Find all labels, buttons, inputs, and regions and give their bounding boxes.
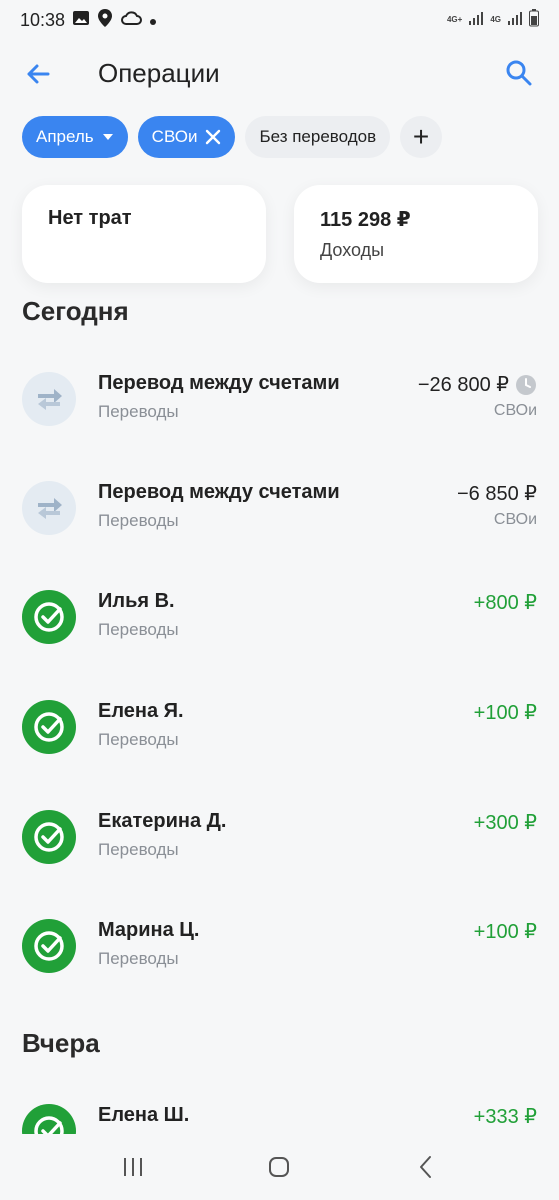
operation-name: Перевод между счетами	[98, 481, 340, 503]
operation-amount: +800 ₽	[473, 592, 537, 614]
operation-row[interactable]: Марина Ц. Переводы +100 ₽	[0, 919, 559, 1029]
operation-row[interactable]: Перевод между счетами Переводы −26 800 ₽…	[0, 372, 559, 482]
cloud-icon	[120, 10, 143, 31]
account-filter-chip[interactable]: СВОи	[137, 116, 236, 158]
operation-name: Перевод между счетами	[98, 372, 340, 394]
operation-category: Переводы	[98, 620, 179, 639]
section-title-yesterday: Вчера	[22, 1028, 100, 1058]
operation-name: Марина Ц.	[98, 919, 200, 941]
sber-logo-icon	[22, 919, 76, 973]
back-nav-button[interactable]	[406, 1147, 446, 1187]
operation-row[interactable]: Елена Я. Переводы +100 ₽	[0, 700, 559, 810]
system-nav-bar	[0, 1134, 559, 1200]
expenses-amount: Нет трат	[48, 207, 132, 229]
chevron-left-icon	[419, 1156, 431, 1178]
operation-row[interactable]: Елена Ш. +333 ₽	[0, 1104, 559, 1134]
section-title-today: Сегодня	[22, 296, 129, 326]
status-bar: 10:38 4G+ 4G	[0, 0, 559, 40]
operation-amount: +100 ₽	[473, 702, 537, 724]
operation-account: СВОи	[493, 511, 537, 528]
operation-name: Илья В.	[98, 590, 175, 612]
network-type-2: 4G	[490, 15, 501, 24]
sber-logo-icon	[22, 810, 76, 864]
add-filter-button[interactable]: +	[400, 116, 443, 158]
status-time: 10:38	[20, 9, 66, 30]
no-transfers-label: Без переводов	[259, 127, 377, 146]
operation-name: Елена Ш.	[98, 1104, 190, 1126]
top-bar: Операции	[0, 46, 559, 102]
gallery-icon	[72, 9, 90, 32]
no-transfers-chip[interactable]: Без переводов	[245, 116, 391, 158]
operation-category: Переводы	[98, 840, 179, 859]
battery-icon	[529, 8, 539, 32]
income-label: Доходы	[320, 240, 385, 260]
operation-category: Переводы	[98, 949, 179, 968]
transfer-arrows-icon	[22, 372, 76, 426]
signal-icon	[507, 10, 523, 31]
operation-amount: +100 ₽	[473, 921, 537, 943]
operation-amount: +300 ₽	[473, 812, 537, 834]
arrow-left-icon	[27, 64, 50, 84]
location-icon	[97, 8, 113, 33]
search-icon	[506, 60, 532, 86]
operation-account: СВОи	[493, 402, 537, 419]
operation-name: Екатерина Д.	[98, 810, 227, 832]
sber-logo-icon	[22, 590, 76, 644]
operation-amount: −26 800 ₽	[418, 372, 537, 397]
page-title: Операции	[98, 58, 220, 88]
income-card[interactable]: 115 298 ₽ Доходы	[294, 185, 538, 283]
search-button[interactable]	[503, 57, 535, 89]
operation-name: Елена Я.	[98, 700, 184, 722]
month-filter-label: Апрель	[36, 127, 94, 146]
month-filter-chip[interactable]: Апрель	[22, 116, 128, 158]
network-type-1: 4G+	[446, 15, 463, 24]
operation-category: Переводы	[98, 730, 179, 749]
operation-amount: −6 850 ₽	[456, 483, 537, 505]
caret-down-icon	[102, 134, 113, 140]
operation-row[interactable]: Перевод между счетами Переводы −6 850 ₽ …	[0, 481, 559, 591]
transfer-arrows-icon	[22, 481, 76, 535]
clock-icon	[516, 374, 536, 395]
filter-chips: Апрель СВОи Без переводов +	[22, 116, 443, 158]
income-amount: 115 298 ₽	[320, 209, 411, 231]
operation-amount-value: −26 800 ₽	[417, 374, 509, 396]
operation-category: Переводы	[98, 511, 179, 530]
operation-row[interactable]: Илья В. Переводы +800 ₽	[0, 590, 559, 700]
home-icon	[269, 1157, 290, 1177]
back-button[interactable]	[22, 58, 54, 90]
summary-cards: Нет трат 115 298 ₽ Доходы	[22, 185, 538, 283]
operation-amount: +333 ₽	[473, 1106, 537, 1128]
sber-logo-icon	[22, 700, 76, 754]
close-icon[interactable]	[205, 129, 221, 145]
home-button[interactable]	[259, 1147, 299, 1187]
account-filter-label: СВОи	[151, 127, 198, 146]
recent-apps-button[interactable]	[113, 1147, 153, 1187]
notification-dot-icon	[149, 10, 157, 31]
signal-icon	[468, 10, 484, 31]
sber-logo-icon	[22, 1104, 76, 1134]
operation-category: Переводы	[98, 402, 179, 421]
expenses-card[interactable]: Нет трат	[22, 185, 266, 283]
operation-row[interactable]: Екатерина Д. Переводы +300 ₽	[0, 810, 559, 920]
recent-apps-icon	[124, 1158, 143, 1176]
